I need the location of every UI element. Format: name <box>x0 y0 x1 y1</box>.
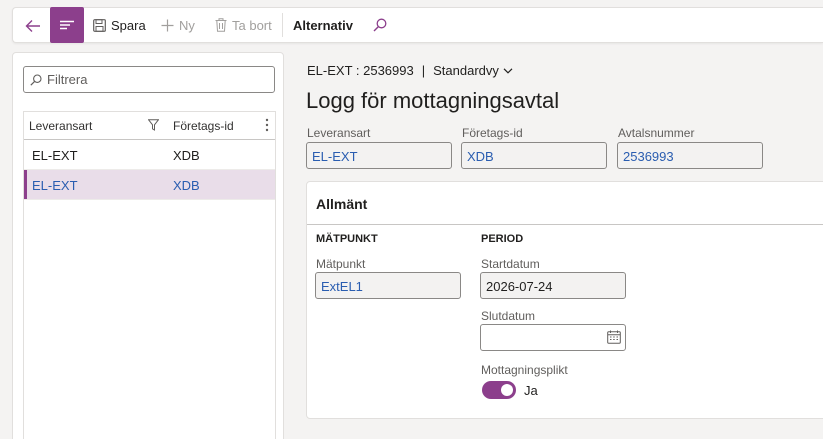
plus-icon <box>161 19 174 31</box>
start-date-label: Startdatum <box>481 257 540 271</box>
foretags-id-label: Företags-id <box>462 126 523 140</box>
start-date-field[interactable]: 2026-07-24 <box>480 272 626 299</box>
leveransart-label: Leveransart <box>307 126 371 140</box>
options-label: Alternativ <box>293 17 353 33</box>
avtalsnummer-field[interactable]: 2536993 <box>617 142 763 169</box>
cell-leveransart: EL-EXT <box>32 148 78 163</box>
filter-input[interactable]: Filtrera <box>23 66 275 93</box>
search-button[interactable] <box>373 8 387 42</box>
metering-point-label: Mätpunkt <box>316 257 366 271</box>
action-menu-button[interactable] <box>50 7 84 43</box>
fasttab-divider <box>307 224 823 225</box>
filter-placeholder: Filtrera <box>47 72 88 87</box>
column-header-foretags-id[interactable]: Företags-id <box>173 119 234 133</box>
calendar-icon[interactable] <box>607 330 621 347</box>
foretags-id-field[interactable]: XDB <box>461 142 607 169</box>
view-selector[interactable]: Standardvy <box>433 63 513 78</box>
grid-header: Leveransart Företags-id <box>24 112 275 140</box>
metering-group-title: MÄTPUNKT <box>316 233 378 245</box>
end-date-field[interactable] <box>480 324 626 351</box>
end-date-label: Slutdatum <box>481 309 536 323</box>
avtalsnummer-label: Avtalsnummer <box>618 126 695 140</box>
back-arrow-icon <box>25 19 40 32</box>
more-options-icon[interactable] <box>265 118 269 135</box>
period-group-title: PERIOD <box>481 233 524 245</box>
toolbar-divider <box>282 13 283 37</box>
cell-foretags-id: XDB <box>173 178 200 193</box>
table-row[interactable]: EL-EXT XDB <box>24 140 275 170</box>
breadcrumb-separator: | <box>421 63 426 78</box>
breadcrumb: EL-EXT : 2536993 | Standardvy <box>307 63 513 78</box>
trash-icon <box>215 18 227 32</box>
options-tab[interactable]: Alternativ <box>293 8 353 42</box>
lines-icon <box>60 20 74 30</box>
save-button[interactable]: Spara <box>93 8 146 42</box>
column-filter-icon[interactable] <box>147 119 160 134</box>
back-button[interactable] <box>19 12 47 39</box>
view-name: Standardvy <box>433 63 499 78</box>
metering-point-field[interactable]: ExtEL1 <box>315 272 461 299</box>
search-icon <box>373 18 387 32</box>
save-icon <box>93 18 106 32</box>
obligation-toggle[interactable] <box>482 381 516 399</box>
general-fasttab: Allmänt MÄTPUNKT Mätpunkt ExtEL1 PERIOD … <box>306 181 823 419</box>
toggle-knob <box>501 384 513 396</box>
delete-label: Ta bort <box>232 17 272 33</box>
obligation-label: Mottagningsplikt <box>481 363 568 377</box>
obligation-value: Ja <box>524 383 538 398</box>
navigation-list-panel: Filtrera Leveransart Företags-id EL-EXT … <box>12 52 284 439</box>
breadcrumb-record: EL-EXT : 2536993 <box>307 63 414 78</box>
new-label: Ny <box>179 17 195 33</box>
search-icon <box>30 73 42 86</box>
new-button[interactable]: Ny <box>161 8 195 42</box>
fasttab-title[interactable]: Allmänt <box>316 196 367 212</box>
cell-leveransart: EL-EXT <box>32 178 78 193</box>
column-header-leveransart[interactable]: Leveransart <box>29 119 92 133</box>
table-row-selected[interactable]: EL-EXT XDB <box>24 170 275 200</box>
action-pane: Spara Ny Ta bort Alternativ <box>12 7 823 43</box>
delete-button[interactable]: Ta bort <box>215 8 272 42</box>
records-grid: Leveransart Företags-id EL-EXT XDB EL-EX… <box>23 111 276 439</box>
page-title: Logg för mottagningsavtal <box>306 88 560 113</box>
leveransart-field[interactable]: EL-EXT <box>306 142 452 169</box>
chevron-down-icon <box>503 67 513 74</box>
cell-foretags-id: XDB <box>173 148 200 163</box>
save-label: Spara <box>111 17 146 33</box>
